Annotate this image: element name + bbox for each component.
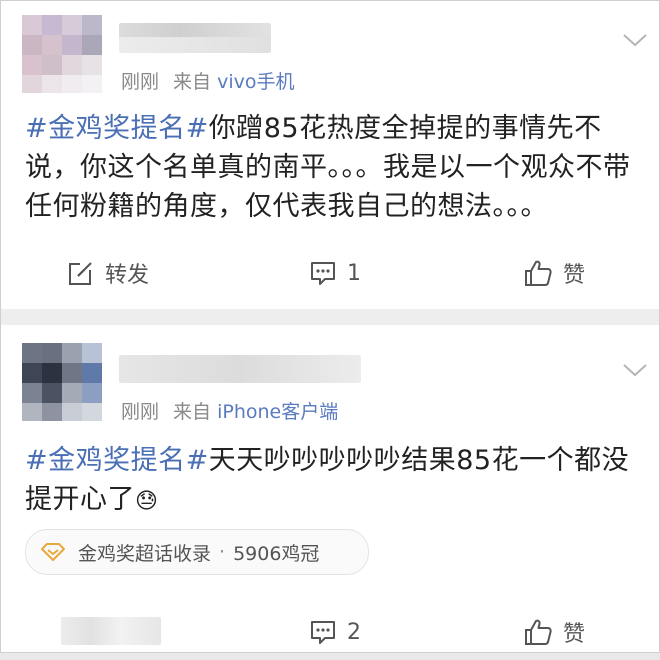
- supertopic-separator: ·: [219, 541, 226, 563]
- comment-icon: [311, 262, 335, 285]
- sweat-emoji-icon: 😓: [135, 489, 159, 514]
- comment-button[interactable]: 2: [309, 604, 361, 660]
- post-separator: [1, 309, 659, 325]
- comment-icon: [311, 621, 335, 644]
- source-link[interactable]: iPhone客户端: [217, 401, 338, 423]
- supertopic-name: 金鸡奖超话收录: [78, 542, 212, 565]
- like-label: 赞: [563, 622, 586, 647]
- hashtag-link[interactable]: #金鸡奖提名#: [25, 113, 209, 144]
- source-link[interactable]: vivo手机: [217, 71, 294, 93]
- action-bar: 转发 1 赞: [1, 245, 659, 301]
- avatar[interactable]: [22, 15, 104, 93]
- post-card: 刚刚 来自 iPhone客户端 #金鸡奖提名#天天吵吵吵吵吵结果85花一个都没提开…: [1, 325, 659, 652]
- weibo-feed: 刚刚 来自 vivo手机 #金鸡奖提名#你蹭85花热度全掉提的事情先不说，你这个名…: [0, 0, 660, 653]
- like-button[interactable]: 赞: [523, 604, 585, 660]
- post-content: #金鸡奖提名#天天吵吵吵吵吵结果85花一个都没提开心了😓: [25, 441, 637, 521]
- repost-icon: [69, 260, 94, 285]
- post-meta: 刚刚 来自 iPhone客户端: [121, 397, 338, 424]
- post-card: 刚刚 来自 vivo手机 #金鸡奖提名#你蹭85花热度全掉提的事情先不说，你这个名…: [1, 1, 659, 309]
- hashtag-link[interactable]: #金鸡奖提名#: [25, 445, 209, 476]
- source-prefix: 来自: [173, 401, 212, 423]
- like-icon: [525, 260, 552, 286]
- comment-count: 2: [347, 619, 361, 645]
- username-blur: [119, 37, 271, 53]
- comment-count: 1: [347, 260, 361, 286]
- supertopic-count: 5906鸡冠: [233, 542, 320, 565]
- avatar[interactable]: [22, 343, 104, 421]
- like-button[interactable]: 赞: [523, 245, 585, 301]
- like-icon: [525, 619, 552, 645]
- repost-label: 转发: [105, 263, 150, 288]
- supertopic-chip[interactable]: 金鸡奖超话收录 · 5906鸡冠: [25, 529, 369, 575]
- post-meta: 刚刚 来自 vivo手机: [121, 67, 294, 94]
- username[interactable]: [119, 355, 361, 383]
- post-time: 刚刚: [121, 401, 160, 423]
- action-bar: 2 赞: [1, 604, 659, 660]
- post-content: #金鸡奖提名#你蹭85花热度全掉提的事情先不说，你这个名单真的南平。。。我是以一…: [25, 109, 637, 226]
- like-label: 赞: [563, 263, 586, 288]
- chevron-down-icon[interactable]: [621, 31, 649, 49]
- repost-button[interactable]: 转发: [67, 245, 149, 301]
- chevron-down-icon[interactable]: [621, 361, 649, 379]
- post-time: 刚刚: [121, 71, 160, 93]
- source-prefix: 来自: [173, 71, 212, 93]
- diamond-icon: [41, 543, 65, 561]
- comment-button[interactable]: 1: [309, 245, 361, 301]
